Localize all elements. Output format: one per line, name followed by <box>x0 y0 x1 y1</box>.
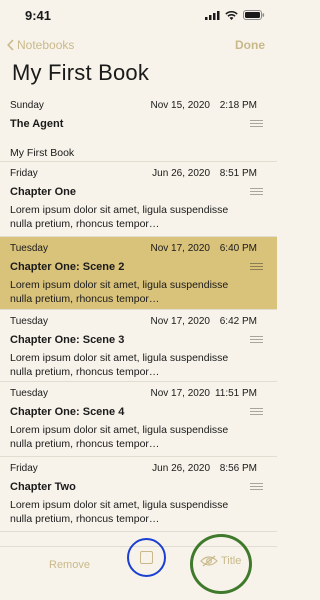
row-title: Chapter One: Scene 2 <box>10 261 125 273</box>
row-time: 8:51 PM <box>219 167 257 179</box>
row-date: Nov 17, 2020 <box>150 387 211 399</box>
row-title: Chapter One: Scene 4 <box>10 406 125 418</box>
row-title: Chapter One <box>10 186 77 198</box>
row-date: Nov 15, 2020 <box>150 99 211 111</box>
status-bar: 9:41 <box>0 0 277 30</box>
row-day: Tuesday <box>10 242 48 254</box>
row-day: Tuesday <box>10 387 48 399</box>
row-time: 6:40 PM <box>219 242 257 254</box>
list-item[interactable]: Sunday Nov 15, 2020 2:18 PM The Agent My… <box>0 94 277 162</box>
row-date: Jun 26, 2020 <box>152 167 210 179</box>
row-body: Lorem ipsum dolor sit amet, ligula suspe… <box>10 204 229 230</box>
row-title: Chapter Two <box>10 481 76 493</box>
row-body: My First Book <box>10 147 75 159</box>
chevron-left-icon <box>7 39 14 51</box>
row-day: Friday <box>10 462 38 474</box>
drag-handle-icon[interactable] <box>250 120 263 127</box>
row-body: Lorem ipsum dolor sit amet, ligula suspe… <box>10 424 229 450</box>
notes-list: Sunday Nov 15, 2020 2:18 PM The Agent My… <box>0 94 277 546</box>
row-date: Nov 17, 2020 <box>150 242 211 254</box>
row-day: Friday <box>10 167 38 179</box>
row-date: Jun 26, 2020 <box>152 462 210 474</box>
remove-button[interactable]: Remove <box>49 559 90 571</box>
row-time: 6:42 PM <box>219 315 257 327</box>
back-button[interactable]: Notebooks <box>7 38 74 52</box>
row-body: Lorem ipsum dolor sit amet, ligula suspe… <box>10 352 229 378</box>
row-time: 2:18 PM <box>219 99 257 111</box>
page-title: My First Book <box>12 60 150 85</box>
back-label: Notebooks <box>17 38 75 52</box>
drag-handle-icon[interactable] <box>250 336 263 343</box>
eye-slash-icon <box>200 555 218 567</box>
row-time: 11:51 PM <box>214 387 257 399</box>
title-button-label: Title <box>221 555 242 567</box>
checkbox-icon <box>140 551 153 564</box>
nav-bar: Notebooks Done <box>0 33 277 57</box>
row-body: Lorem ipsum dolor sit amet, ligula suspe… <box>10 499 229 525</box>
battery-icon <box>243 10 265 20</box>
list-item[interactable]: Tuesday Nov 17, 2020 11:51 PM Chapter On… <box>0 382 277 457</box>
list-item[interactable]: Friday Jun 26, 2020 8:56 PM Chapter Two … <box>0 457 277 532</box>
drag-handle-icon[interactable] <box>250 483 263 490</box>
row-date: Nov 17, 2020 <box>150 315 211 327</box>
done-button[interactable]: Done <box>235 38 265 52</box>
status-icons <box>205 10 265 20</box>
title-toggle-button[interactable]: Title <box>200 555 241 567</box>
status-time: 9:41 <box>25 7 52 23</box>
row-body: Lorem ipsum dolor sit amet, ligula suspe… <box>10 279 229 305</box>
drag-handle-icon[interactable] <box>250 263 263 270</box>
select-toggle-button[interactable] <box>127 538 166 577</box>
wifi-icon <box>225 10 238 20</box>
drag-handle-icon[interactable] <box>250 188 263 195</box>
list-item[interactable]: Tuesday Nov 17, 2020 6:40 PM Chapter One… <box>0 237 277 310</box>
row-title: The Agent <box>10 118 64 130</box>
signal-icon <box>205 10 220 20</box>
drag-handle-icon[interactable] <box>250 408 263 415</box>
list-item[interactable]: Tuesday Nov 17, 2020 6:42 PM Chapter One… <box>0 310 277 382</box>
row-day: Tuesday <box>10 315 48 327</box>
list-item[interactable]: Friday Jun 26, 2020 8:51 PM Chapter One … <box>0 162 277 237</box>
row-title: Chapter One: Scene 3 <box>10 334 125 346</box>
row-time: 8:56 PM <box>219 462 257 474</box>
row-day: Sunday <box>10 99 44 111</box>
